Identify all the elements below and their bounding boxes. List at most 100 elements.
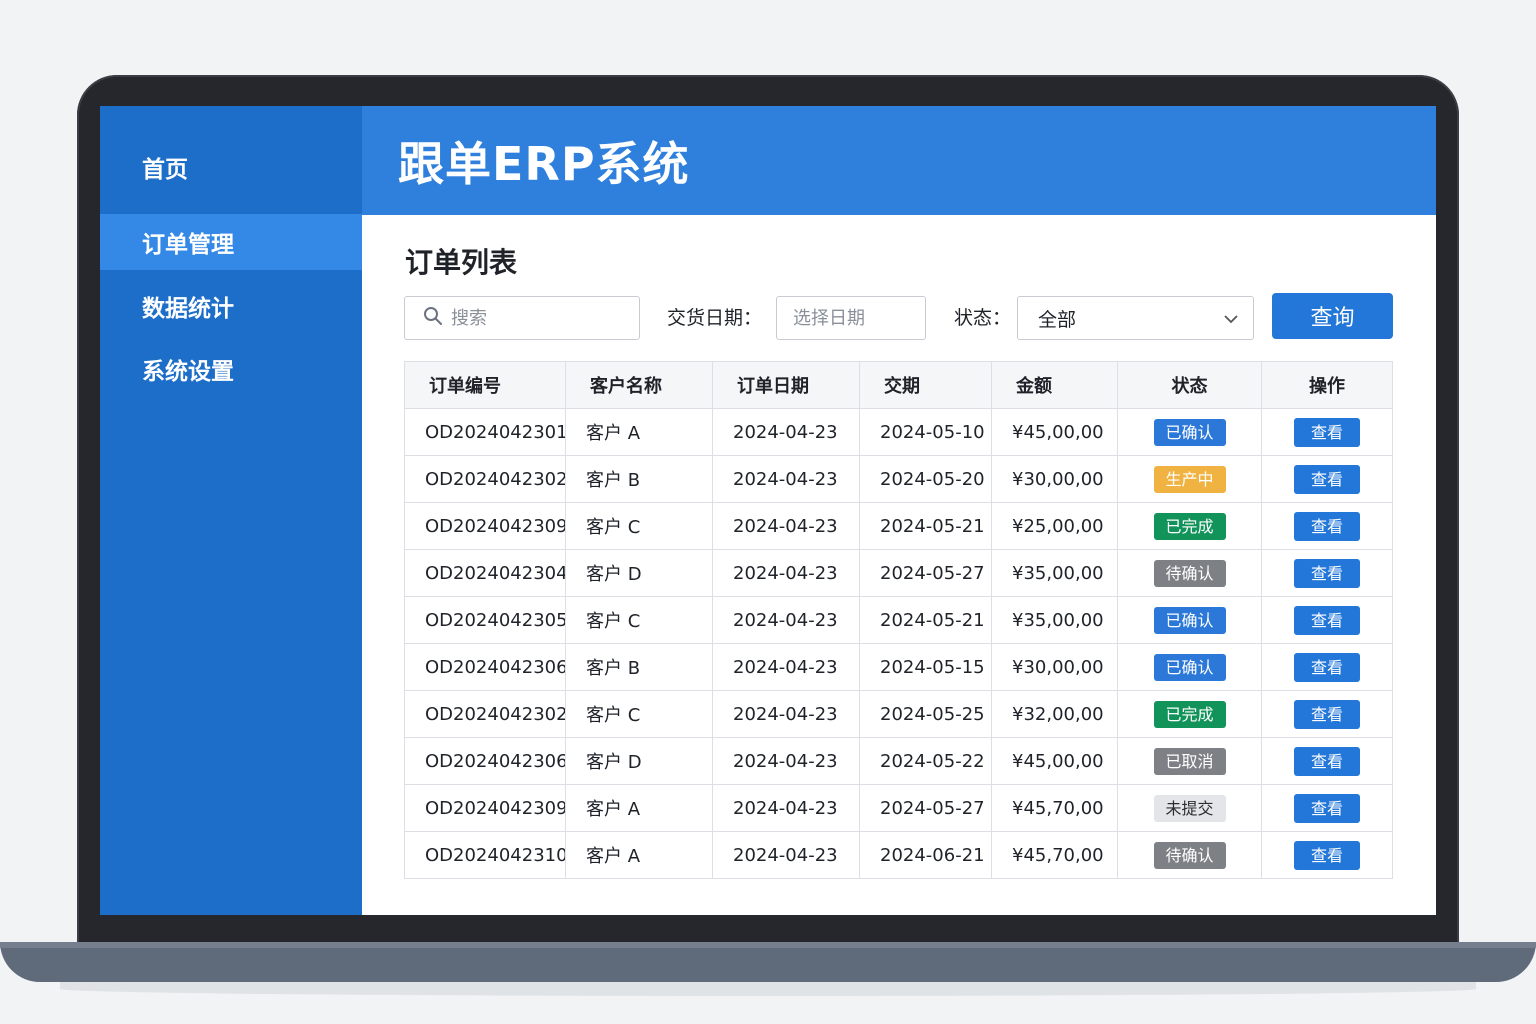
status-cell: 已确认 — [1117, 408, 1262, 456]
order-id-cell: OD2024042309 — [404, 502, 566, 550]
customer-cell: 客户 C — [565, 690, 713, 738]
customer-cell: 客户 B — [565, 455, 713, 503]
order-id-cell: OD2024042302 — [404, 455, 566, 503]
table-row: OD2024042309 客户 A 2024-04-23 2024-05-27 ¥45,… — [404, 784, 1393, 832]
app-title: 跟单ERP系统 — [398, 136, 690, 191]
status-cell: 未提交 — [1117, 784, 1262, 832]
customer-cell: 客户 A — [565, 408, 713, 456]
sidebar-item-settings[interactable]: 系统设置 — [100, 341, 362, 397]
view-button[interactable]: 查看 — [1294, 699, 1360, 729]
table-row: OD2024042309 客户 C 2024-04-23 2024-05-21 ¥25,… — [404, 502, 1393, 550]
page-title: 订单列表 — [405, 246, 518, 279]
column-header-customer: 客户名称 — [565, 361, 713, 409]
action-cell: 查看 — [1261, 690, 1393, 738]
order-date-cell: 2024-04-23 — [712, 643, 860, 691]
due-date-cell: 2024-05-27 — [859, 549, 992, 597]
status-cell: 已完成 — [1117, 690, 1262, 738]
view-button[interactable]: 查看 — [1294, 840, 1360, 870]
view-button[interactable]: 查看 — [1294, 793, 1360, 823]
order-table: 订单编号 客户名称 订单日期 交期 金额 状态 操作 OD2024042301 客… — [404, 361, 1393, 879]
amount-cell: ¥45,70,00 — [991, 784, 1118, 832]
status-cell: 已完成 — [1117, 502, 1262, 550]
table-row: OD2024042304 客户 D 2024-04-23 2024-05-27 ¥35,… — [404, 549, 1393, 597]
amount-cell: ¥35,00,00 — [991, 596, 1118, 644]
sidebar-item-label: 订单管理 — [142, 232, 234, 258]
sidebar-item-home[interactable]: 首页 — [100, 139, 362, 195]
customer-cell: 客户 D — [565, 549, 713, 597]
action-cell: 查看 — [1261, 549, 1393, 597]
order-id-cell: OD2024042305 — [404, 596, 566, 644]
action-cell: 查看 — [1261, 737, 1393, 785]
customer-cell: 客户 C — [565, 596, 713, 644]
status-cell: 生产中 — [1117, 455, 1262, 503]
date-input[interactable] — [776, 296, 926, 340]
due-date-cell: 2024-06-21 — [859, 831, 992, 879]
status-cell: 待确认 — [1117, 831, 1262, 879]
status-badge: 待确认 — [1153, 559, 1226, 587]
customer-cell: 客户 A — [565, 784, 713, 832]
sidebar-item-label: 系统设置 — [142, 359, 234, 385]
search-box[interactable] — [404, 296, 640, 340]
search-input[interactable] — [449, 306, 633, 330]
table-row: OD2024042306 客户 B 2024-04-23 2024-05-15 ¥30,… — [404, 643, 1393, 691]
action-cell: 查看 — [1261, 455, 1393, 503]
action-cell: 查看 — [1261, 643, 1393, 691]
status-badge: 已完成 — [1153, 512, 1226, 540]
column-header-order-date: 订单日期 — [712, 361, 860, 409]
view-button[interactable]: 查看 — [1294, 652, 1360, 682]
amount-cell: ¥30,00,00 — [991, 455, 1118, 503]
laptop-base-edge — [0, 942, 1536, 948]
status-cell: 已取消 — [1117, 737, 1262, 785]
status-badge: 待确认 — [1153, 841, 1226, 869]
view-button[interactable]: 查看 — [1294, 464, 1360, 494]
view-button[interactable]: 查看 — [1294, 417, 1360, 447]
status-cell: 已确认 — [1117, 596, 1262, 644]
action-cell: 查看 — [1261, 408, 1393, 456]
query-button[interactable]: 查询 — [1272, 293, 1393, 339]
status-cell: 已确认 — [1117, 643, 1262, 691]
search-icon — [423, 306, 443, 330]
app-header: 跟单ERP系统 — [362, 106, 1436, 215]
customer-cell: 客户 B — [565, 643, 713, 691]
customer-cell: 客户 D — [565, 737, 713, 785]
sidebar-item-statistics[interactable]: 数据统计 — [100, 278, 362, 334]
table-row: OD2024042302 客户 C 2024-04-23 2024-05-25 ¥32,… — [404, 690, 1393, 738]
amount-cell: ¥45,00,00 — [991, 737, 1118, 785]
status-select[interactable]: 全部 — [1017, 296, 1254, 340]
status-badge: 已确认 — [1153, 418, 1226, 446]
column-header-due-date: 交期 — [859, 361, 992, 409]
order-id-cell: OD2024042302 — [404, 690, 566, 738]
sidebar-item-orders[interactable]: 订单管理 — [100, 214, 362, 270]
column-header-action: 操作 — [1261, 361, 1393, 409]
order-id-cell: OD2024042306 — [404, 737, 566, 785]
sidebar-item-label: 首页 — [142, 157, 188, 183]
table-row: OD2024042306 客户 D 2024-04-23 2024-05-22 ¥45,… — [404, 737, 1393, 785]
customer-cell: 客户 C — [565, 502, 713, 550]
status-badge: 已完成 — [1153, 700, 1226, 728]
status-filter-label: 状态： — [954, 307, 1012, 329]
order-id-cell: OD2024042310 — [404, 831, 566, 879]
amount-cell: ¥30,00,00 — [991, 643, 1118, 691]
view-button[interactable]: 查看 — [1294, 605, 1360, 635]
status-badge: 未提交 — [1153, 794, 1226, 822]
due-date-cell: 2024-05-21 — [859, 502, 992, 550]
order-date-cell: 2024-04-23 — [712, 455, 860, 503]
view-button[interactable]: 查看 — [1294, 558, 1360, 588]
laptop-scene: 首页 订单管理 数据统计 系统设置 跟单ERP系统 订单列表 搜索 交货日期： … — [0, 0, 1536, 1024]
status-badge: 生产中 — [1153, 465, 1226, 493]
view-button[interactable]: 查看 — [1294, 746, 1360, 776]
due-date-cell: 2024-05-22 — [859, 737, 992, 785]
table-row: OD2024042305 客户 C 2024-04-23 2024-05-21 ¥35,… — [404, 596, 1393, 644]
order-date-cell: 2024-04-23 — [712, 831, 860, 879]
amount-cell: ¥32,00,00 — [991, 690, 1118, 738]
status-badge: 已确认 — [1153, 653, 1226, 681]
amount-cell: ¥35,00,00 — [991, 549, 1118, 597]
status-select-value: 全部 — [1038, 308, 1077, 331]
order-id-cell: OD2024042306 — [404, 643, 566, 691]
due-date-cell: 2024-05-10 — [859, 408, 992, 456]
due-date-cell: 2024-05-27 — [859, 784, 992, 832]
chevron-down-icon — [1223, 307, 1239, 329]
order-id-cell: OD2024042301 — [404, 408, 566, 456]
column-header-status: 状态 — [1117, 361, 1262, 409]
view-button[interactable]: 查看 — [1294, 511, 1360, 541]
